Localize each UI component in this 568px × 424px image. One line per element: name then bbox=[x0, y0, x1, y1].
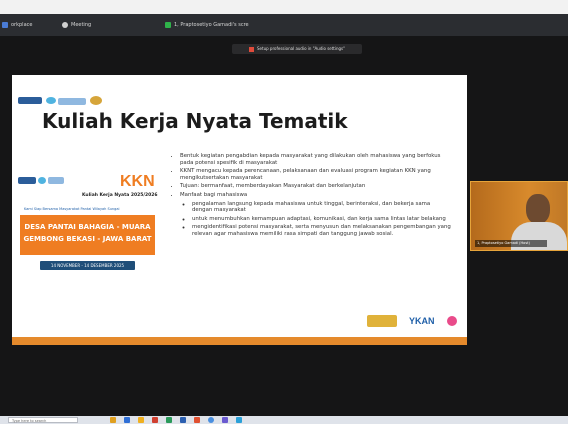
university-logo bbox=[18, 97, 42, 104]
tab-screen-share[interactable]: 1, Praptosetiyo Gamadi's scre bbox=[165, 17, 249, 33]
poster-location: DESA PANTAI BAHAGIA - MUARA GEMBONG BEKA… bbox=[20, 215, 155, 255]
location-line-1: DESA PANTAI BAHAGIA - MUARA bbox=[24, 223, 151, 231]
bullet-item: Manfaat bagi mahasiswa pengalaman langsu… bbox=[180, 192, 452, 238]
tab-meeting[interactable]: Meeting bbox=[62, 17, 91, 33]
bullet-item: Tujuan: bermanfaat, memberdayakan Masyar… bbox=[180, 183, 452, 190]
poster-date: 14 NOVEMBER - 14 DESEMBER 2025 bbox=[40, 261, 135, 270]
taskbar: Type here to search bbox=[0, 416, 568, 424]
share-icon bbox=[165, 21, 171, 28]
shared-slide: Kuliah Kerja Nyata Tematik KKN Kuliah Ke… bbox=[12, 75, 467, 345]
tab-label: 1, Praptosetiyo Gamadi's scre bbox=[174, 22, 249, 28]
partner-logos-top bbox=[18, 96, 128, 107]
partner-logo-3 bbox=[90, 96, 102, 105]
participant-video[interactable]: 1, Praptosetiyo Gamadi (Host) bbox=[470, 181, 568, 251]
tab-label: Meeting bbox=[71, 22, 92, 28]
partner-logo-2 bbox=[58, 98, 86, 105]
bullet-item: Bentuk kegiatan pengabdian kepada masyar… bbox=[180, 153, 452, 166]
sub-bullet-item: mengidentifikasi potensi masyarakat, ser… bbox=[192, 224, 452, 237]
taskbar-search[interactable]: Type here to search bbox=[8, 417, 78, 423]
slide-title: Kuliah Kerja Nyata Tematik bbox=[42, 109, 348, 133]
participant-name: 1, Praptosetiyo Gamadi (Host) bbox=[475, 240, 547, 247]
notice-icon bbox=[249, 46, 255, 52]
powerpoint-icon[interactable] bbox=[194, 417, 200, 423]
app-icon-2[interactable] bbox=[236, 417, 242, 423]
partner-logo-g bbox=[447, 316, 457, 326]
audio-settings-notice[interactable]: Setup professional audio in "Audio setti… bbox=[232, 44, 362, 54]
app-icon[interactable] bbox=[138, 417, 144, 423]
poster-logo-2 bbox=[38, 177, 46, 184]
stats-logo bbox=[367, 315, 397, 327]
poster-logo-3 bbox=[48, 177, 64, 184]
tab-workplace[interactable]: orkplace bbox=[2, 17, 32, 33]
poster-logo-1 bbox=[18, 177, 36, 184]
kkn-heading: KKN bbox=[120, 173, 155, 190]
participant-head bbox=[526, 194, 550, 224]
poster-tagline: Kami Siap Bersama Masyarakat Pantai Wila… bbox=[24, 207, 120, 211]
office-icon[interactable] bbox=[152, 417, 158, 423]
bullet-list: Bentuk kegiatan pengabdian kepada masyar… bbox=[170, 153, 452, 240]
location-line-2: GEMBONG BEKASI - JAWA BARAT bbox=[23, 235, 152, 243]
sub-bullet-item: pengalaman langsung kepada mahasiswa unt… bbox=[192, 201, 452, 214]
folder-icon[interactable] bbox=[110, 417, 116, 423]
excel-icon[interactable] bbox=[166, 417, 172, 423]
tab-bar: orkplace Meeting 1, Praptosetiyo Gamadi'… bbox=[0, 14, 568, 36]
bullet-item: KKNT mengacu kepada perencanaan, pelaksa… bbox=[180, 168, 452, 181]
word-icon[interactable] bbox=[180, 417, 186, 423]
notice-text: Setup professional audio in "Audio setti… bbox=[257, 46, 345, 51]
tab-label: orkplace bbox=[11, 22, 33, 28]
teams-icon[interactable] bbox=[222, 417, 228, 423]
partner-logos-bottom: YKAN bbox=[367, 313, 462, 331]
sub-bullet-item: untuk menumbuhkan kemampuan adaptasi, ko… bbox=[192, 216, 452, 223]
slide-footer-band bbox=[12, 337, 467, 345]
kkn-poster: KKN Kuliah Kerja Nyata 2025/2026 Kami Si… bbox=[12, 165, 162, 285]
bullet-text: Manfaat bagi mahasiswa bbox=[180, 191, 248, 198]
screenshot: orkplace Meeting 1, Praptosetiyo Gamadi'… bbox=[0, 0, 568, 424]
kkn-year: Kuliah Kerja Nyata 2025/2026 bbox=[82, 193, 158, 198]
chrome-icon[interactable] bbox=[208, 417, 214, 423]
ykan-logo: YKAN bbox=[409, 316, 435, 326]
partner-logo-1 bbox=[46, 97, 56, 104]
workplace-icon bbox=[2, 21, 8, 28]
edge-icon[interactable] bbox=[124, 417, 130, 423]
meeting-icon bbox=[62, 21, 68, 28]
